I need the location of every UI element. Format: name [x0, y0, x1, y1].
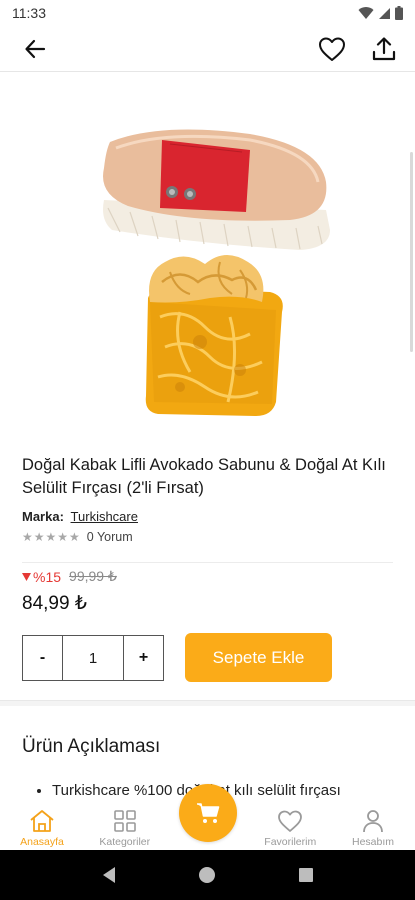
app-bar: [0, 26, 415, 72]
description-title: Ürün Açıklaması: [22, 736, 161, 757]
status-time: 11:33: [12, 5, 46, 21]
quantity-increase-button[interactable]: +: [124, 636, 163, 680]
signal-icon: [379, 7, 390, 19]
brand-line: Marka: Turkishcare: [22, 509, 397, 524]
product-title: Doğal Kabak Lifli Avokado Sabunu & Doğal…: [22, 456, 386, 497]
section-divider: [0, 700, 415, 706]
rating[interactable]: ★★★★★ 0 Yorum: [22, 530, 397, 544]
system-back-icon[interactable]: [101, 866, 117, 884]
product-detail-content[interactable]: Doğal Kabak Lifli Avokado Sabunu & Doğal…: [0, 72, 415, 802]
discount-badge: %15: [22, 569, 61, 585]
nav-categories[interactable]: Kategoriler: [89, 808, 161, 848]
cart-icon: [197, 803, 220, 823]
nav-home[interactable]: Anasayfa: [6, 808, 78, 848]
system-recents-icon[interactable]: [298, 867, 314, 883]
divider: [22, 562, 393, 563]
price-row: %15 99,99 ₺: [22, 568, 117, 585]
favorite-button[interactable]: [317, 34, 347, 64]
nav-categories-label: Kategoriler: [99, 836, 151, 848]
product-photo: [103, 129, 330, 416]
wifi-icon: [358, 7, 374, 20]
heart-outline-icon: [319, 37, 345, 61]
old-price: 99,99 ₺: [69, 568, 117, 584]
price: 84,99 ₺: [22, 593, 87, 614]
home-icon: [30, 810, 54, 832]
rating-stars: ★★★★★: [22, 530, 81, 544]
user-icon: [363, 810, 383, 833]
share-upload-icon: [372, 36, 396, 60]
system-nav-bar: [0, 850, 415, 900]
share-button[interactable]: [369, 34, 399, 64]
battery-icon: [395, 6, 403, 20]
status-bar: 11:33: [0, 0, 415, 26]
system-home-icon[interactable]: [198, 866, 216, 884]
add-to-cart-button[interactable]: Sepete Ekle: [185, 633, 332, 682]
nav-account[interactable]: Hesabım: [337, 808, 409, 848]
review-count: 0 Yorum: [86, 530, 133, 544]
quantity-decrease-button[interactable]: -: [23, 636, 62, 680]
nav-favorites[interactable]: Favorilerim: [254, 808, 326, 848]
grid-icon: [113, 810, 136, 832]
status-icons: [358, 6, 403, 20]
quantity-stepper: - 1 +: [22, 635, 164, 681]
heart-icon: [278, 810, 303, 832]
arrow-left-icon: [25, 39, 46, 58]
arrow-down-icon: [22, 572, 31, 581]
cart-button[interactable]: [179, 784, 237, 842]
quantity-value[interactable]: 1: [62, 636, 124, 680]
nav-account-label: Hesabım: [351, 836, 394, 848]
nav-home-label: Anasayfa: [20, 836, 64, 848]
discount-percent: %15: [33, 568, 62, 585]
product-image[interactable]: [0, 112, 415, 432]
product-info: Doğal Kabak Lifli Avokado Sabunu & Doğal…: [22, 454, 397, 544]
brand-label: Marka:: [22, 509, 64, 524]
back-button[interactable]: [20, 34, 50, 64]
brand-link[interactable]: Turkishcare: [71, 509, 138, 524]
nav-favorites-label: Favorilerim: [264, 836, 317, 848]
